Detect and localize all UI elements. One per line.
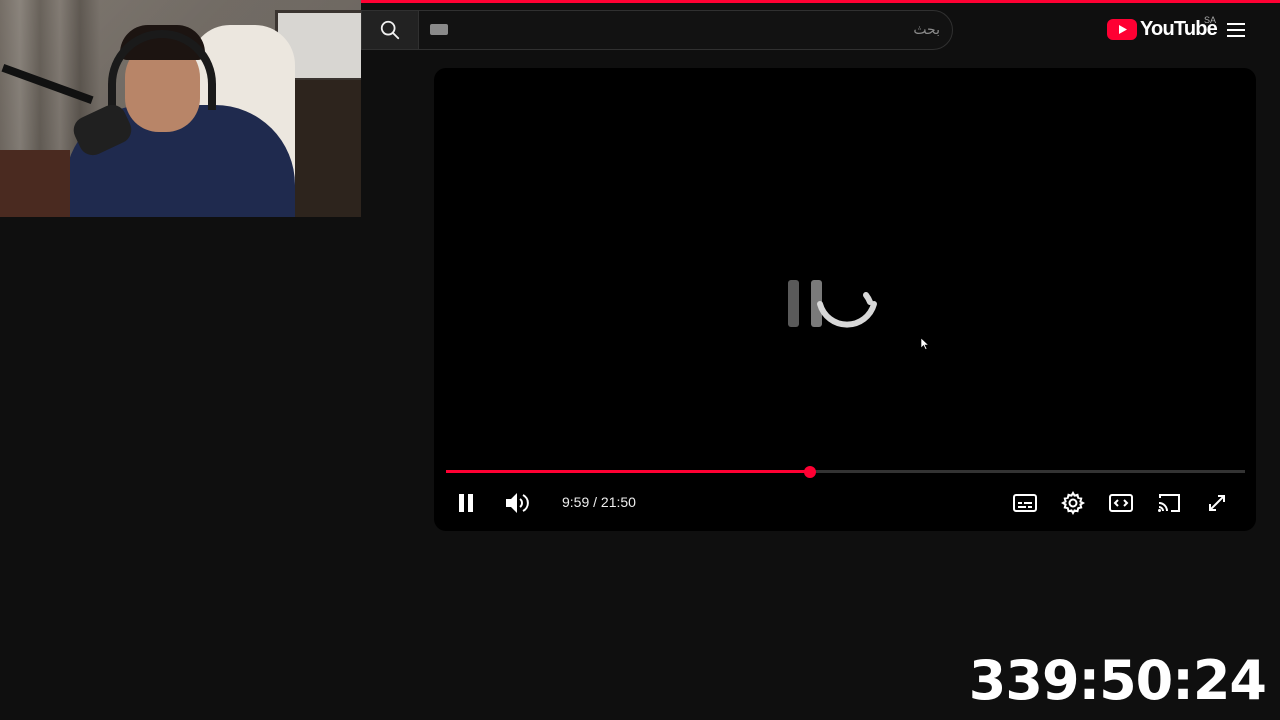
search-input[interactable] — [462, 11, 940, 49]
screen: YouTube SA — [0, 0, 1280, 720]
menu-button[interactable] — [1225, 19, 1247, 41]
volume-button[interactable] — [503, 488, 533, 518]
cast-icon — [1158, 494, 1180, 512]
seek-bar-scrubber[interactable] — [804, 466, 816, 478]
time-display: 9:59 / 21:50 — [562, 494, 636, 510]
fullscreen-icon — [1209, 495, 1225, 511]
search-icon — [380, 20, 400, 40]
country-code-badge: SA — [1204, 15, 1217, 25]
cast-button[interactable] — [1154, 488, 1184, 518]
stream-timer: 339:50:24 — [968, 649, 1267, 712]
theater-mode-button[interactable] — [1106, 488, 1136, 518]
pause-icon — [459, 494, 473, 512]
theater-mode-icon — [1109, 494, 1133, 512]
hamburger-menu-icon — [1227, 23, 1245, 37]
youtube-play-logo-icon — [1107, 18, 1137, 40]
loading-spinner-icon — [788, 280, 877, 328]
search-bar — [361, 10, 953, 50]
pause-button[interactable] — [451, 488, 481, 518]
seek-bar[interactable] — [446, 466, 1245, 478]
gear-icon — [1061, 491, 1085, 515]
subtitles-icon — [1013, 494, 1037, 512]
subtitles-button[interactable] — [1010, 488, 1040, 518]
webcam-desk — [0, 150, 70, 217]
total-duration: 21:50 — [600, 494, 636, 510]
youtube-logo[interactable]: YouTube — [1107, 17, 1218, 41]
volume-icon — [506, 493, 529, 513]
webcam-overlay — [0, 0, 361, 217]
current-time: 9:59 — [562, 494, 590, 510]
youtube-topbar: YouTube SA — [361, 0, 1280, 56]
time-separator: / — [589, 494, 601, 510]
buffering-indicator — [786, 272, 881, 342]
seek-bar-played — [446, 470, 810, 473]
search-button[interactable] — [362, 11, 419, 49]
mouse-cursor-icon — [921, 338, 929, 350]
video-player[interactable]: 9:59 / 21:50 — [434, 68, 1256, 531]
settings-button[interactable] — [1058, 488, 1088, 518]
fullscreen-button[interactable] — [1202, 488, 1232, 518]
keyboard-icon[interactable] — [430, 24, 448, 35]
